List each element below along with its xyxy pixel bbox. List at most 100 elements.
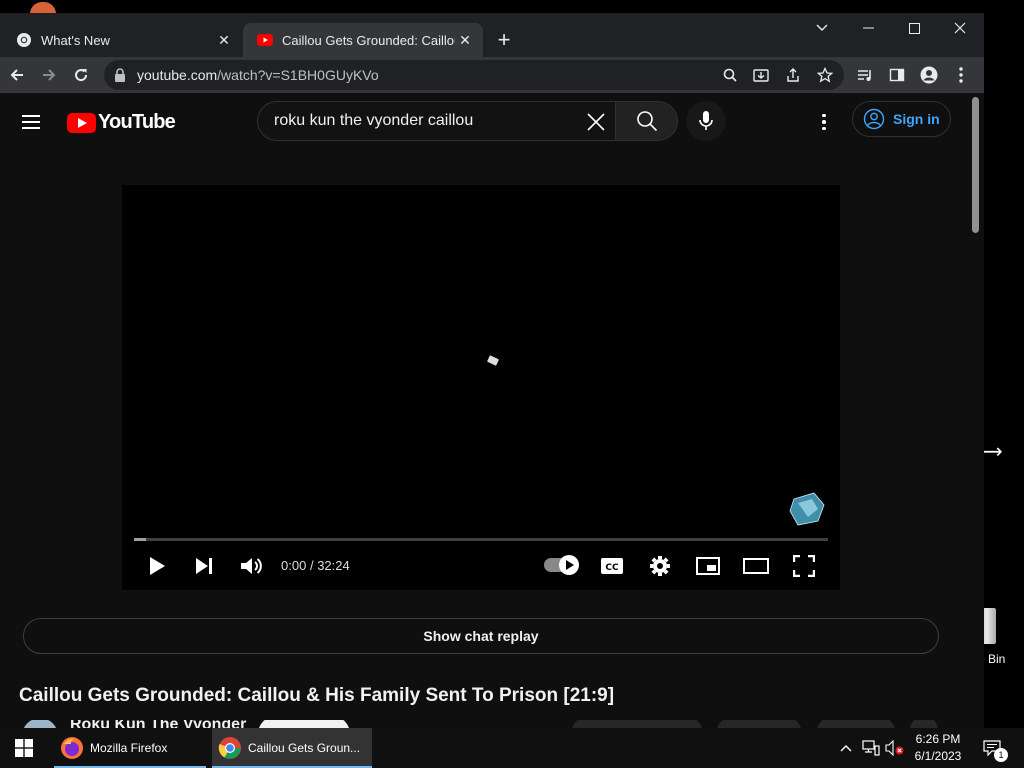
channel-avatar[interactable] [22,720,58,728]
volume-icon [241,558,262,574]
close-tab-icon[interactable]: ✕ [455,30,475,50]
taskbar-item-chrome[interactable]: Caillou Gets Groun... [212,728,372,768]
dot-icon [822,113,826,118]
network-button[interactable] [861,738,881,758]
duration: 32:24 [317,558,350,573]
theater-mode-icon [743,558,769,574]
miniplayer-button[interactable] [695,553,721,579]
tab-whats-new[interactable]: What's New ✕ [2,23,242,57]
fullscreen-button[interactable] [791,553,817,579]
chrome-icon [218,737,241,759]
miniplayer-icon [696,557,720,575]
voice-search-button[interactable] [686,101,726,141]
mute-button[interactable] [238,553,264,579]
bookmark-button[interactable] [813,63,837,87]
arrow-right-icon [43,69,56,81]
guide-menu-button[interactable] [19,110,43,134]
subtitles-button[interactable]: CC [599,553,625,579]
network-icon [862,740,880,756]
share-button[interactable] [781,63,805,87]
channel-watermark-icon[interactable] [788,491,826,527]
svg-text:CC: CC [605,563,619,573]
video-player[interactable]: 0:00 / 32:24 CC [122,185,840,590]
zoom-search-button[interactable] [718,63,742,87]
dot-icon [822,120,826,124]
tab-youtube-video[interactable]: Caillou Gets Grounded: Caillou & His Fam… [243,23,483,57]
search-button[interactable] [615,101,678,141]
page-scrollbar[interactable] [968,94,984,728]
url-path: /watch?v=S1BH0GUyKVo [217,67,379,83]
clear-search-icon[interactable] [584,110,608,134]
volume-muted-icon [885,740,904,756]
closed-captions-icon: CC [601,558,623,574]
show-chat-replay-button[interactable]: Show chat replay [23,618,939,654]
youtube-favicon-icon [257,32,273,48]
close-window-button[interactable] [937,13,983,43]
youtube-logo-text: YouTube [98,111,176,133]
minimize-icon [862,27,874,29]
address-bar[interactable]: youtube.com/watch?v=S1BH0GUyKVo [104,60,844,90]
theater-mode-button[interactable] [743,553,769,579]
account-circle-icon [863,108,885,130]
firefox-icon [61,737,83,759]
clock[interactable]: 6:26 PM 6/1/2023 [906,731,970,765]
show-hidden-icons-button[interactable] [836,738,856,758]
progress-bar[interactable] [134,538,828,541]
fullscreen-icon [793,555,815,577]
reload-button[interactable] [69,63,93,87]
browser-window: What's New ✕ Caillou Gets Grounded: Cail… [0,13,984,728]
taskbar: Mozilla Firefox Caillou Gets Groun... 6:… [0,728,1024,768]
taskbar-item-firefox[interactable]: Mozilla Firefox [54,728,206,768]
chrome-menu-button[interactable] [949,63,973,87]
reload-icon [75,69,88,82]
browser-toolbar: youtube.com/watch?v=S1BH0GUyKVo [0,57,984,93]
volume-tray-button[interactable] [885,738,905,758]
autoplay-play-icon [559,555,579,575]
tab-search-button[interactable] [799,13,845,43]
search-query-text: roku kun the vyonder caillou [274,112,474,129]
download-button[interactable] [816,720,896,728]
scrollbar-thumb[interactable] [972,97,979,233]
settings-button[interactable] [647,553,673,579]
profile-icon [920,66,938,84]
install-icon [753,69,769,82]
more-actions-button[interactable] [910,720,938,728]
youtube-logo[interactable]: YouTube [67,111,176,134]
sign-in-button[interactable]: Sign in [852,101,951,137]
chrome-icon [16,32,32,48]
arrow-left-icon [10,69,23,81]
profile-button[interactable] [917,63,941,87]
close-icon [954,22,966,34]
chevron-up-icon [840,745,852,752]
hamburger-icon [22,121,40,123]
lock-icon [115,68,125,82]
search-input[interactable]: roku kun the vyonder caillou [257,101,615,141]
search-icon [636,111,657,132]
tab-title: What's New [41,32,110,48]
playlist-icon [858,70,871,81]
start-button[interactable] [0,728,48,768]
maximize-button[interactable] [891,13,937,43]
back-button[interactable] [5,63,29,87]
microphone-icon [699,111,713,130]
subscribe-button[interactable] [258,720,350,728]
forward-button[interactable] [37,63,61,87]
close-tab-icon[interactable]: ✕ [214,30,234,50]
share-video-button[interactable] [716,720,802,728]
play-icon [150,557,165,575]
time-separator: / [309,558,314,573]
side-panel-button[interactable] [885,63,909,87]
minimize-button[interactable] [845,13,891,43]
youtube-header: YouTube roku kun the vyonder caillou Sig… [0,94,968,150]
like-dislike-button[interactable] [571,720,703,728]
channel-name[interactable]: Roku Kun The Vyonder [70,720,246,728]
new-tab-button[interactable]: + [492,29,516,53]
next-button[interactable] [191,553,217,579]
autoplay-toggle[interactable] [544,555,579,575]
taskbar-item-label: Caillou Gets Groun... [248,741,361,755]
install-app-button[interactable] [749,63,773,87]
star-icon [817,67,833,83]
settings-more-button[interactable] [812,110,836,134]
media-controls-button[interactable] [853,63,877,87]
play-button[interactable] [144,553,170,579]
